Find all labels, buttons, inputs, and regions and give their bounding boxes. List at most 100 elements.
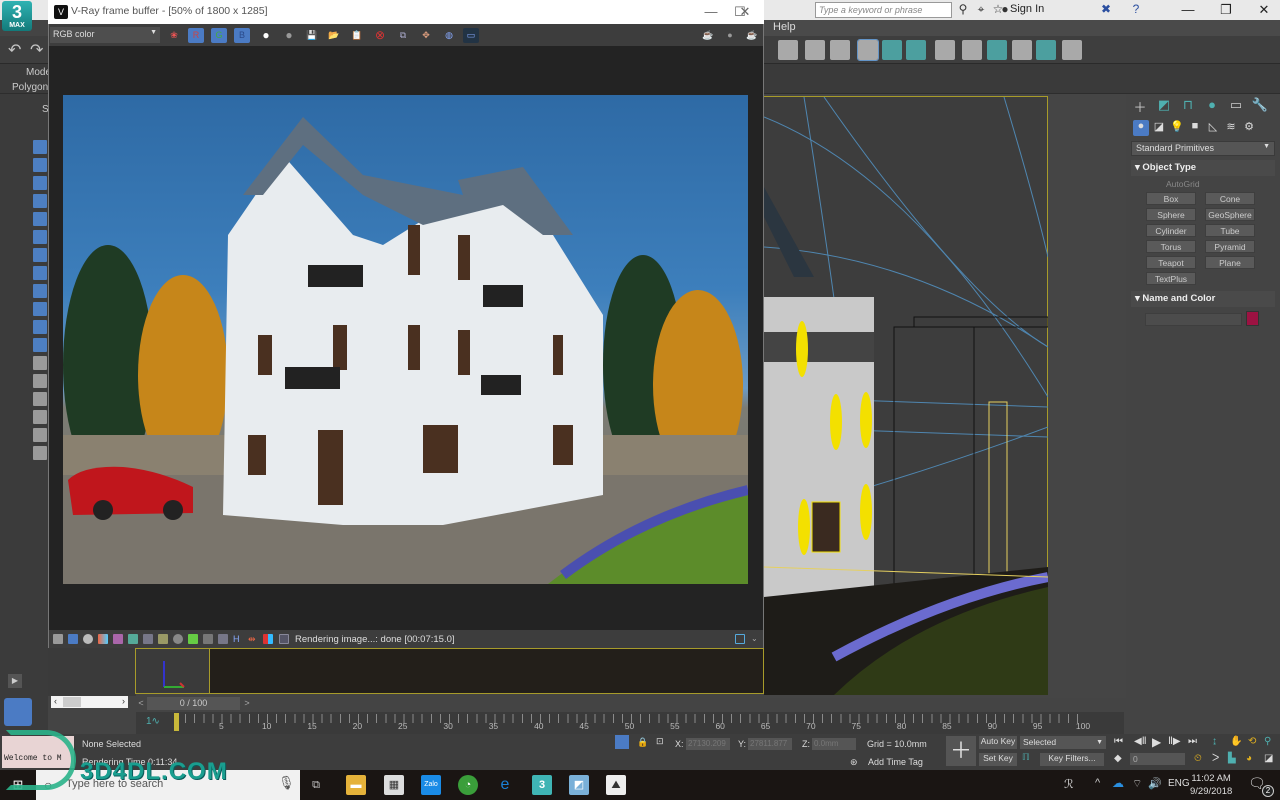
viewport-layout-button[interactable] <box>4 698 32 726</box>
edge-browser-icon[interactable]: e <box>495 775 515 795</box>
render-teapot-icon[interactable]: ☕ <box>744 28 760 43</box>
show-hidden-icons[interactable]: ^ <box>1095 777 1100 789</box>
onedrive-icon[interactable]: ☁ <box>1112 776 1124 790</box>
x-coordinate-field[interactable]: 27130.209 <box>686 738 730 750</box>
file-explorer-icon[interactable]: ▬ <box>346 775 366 795</box>
time-slider[interactable]: 0 / 100 <box>147 697 240 710</box>
calculator-icon[interactable]: ▦ <box>384 775 404 795</box>
task-view-icon[interactable]: ⧉ <box>306 775 326 795</box>
levels-icon[interactable] <box>128 634 138 644</box>
object-type-rollout[interactable]: ▾ Object Type <box>1131 160 1275 176</box>
box-button[interactable]: Box <box>1146 192 1196 205</box>
ribbon-polygon-modeling[interactable]: Polygon <box>12 82 48 93</box>
axis-tripod-viewport[interactable] <box>135 648 210 694</box>
plane-button[interactable]: Plane <box>1205 256 1255 269</box>
sphere-button[interactable]: Sphere <box>1146 208 1196 221</box>
filter-funnel-icon[interactable] <box>33 410 47 424</box>
exchange-x-icon[interactable]: ✖ <box>1098 2 1114 18</box>
stop-render-icon[interactable]: ● <box>722 28 738 43</box>
next-frame-button[interactable]: > <box>242 697 252 710</box>
material-editor-icon[interactable] <box>935 40 955 60</box>
curve-icon[interactable] <box>158 634 168 644</box>
histogram-icon[interactable] <box>143 634 153 644</box>
help-search-input[interactable]: Type a keyword or phrase <box>815 2 952 18</box>
render-production-icon[interactable] <box>1012 40 1032 60</box>
modify-tab-icon[interactable]: ◩ <box>1154 97 1174 115</box>
display-tab-icon[interactable]: ▭ <box>1226 97 1246 115</box>
containers-filter-icon[interactable] <box>33 302 47 316</box>
z-coordinate-field[interactable]: 0.0mm <box>812 738 856 750</box>
textplus-button[interactable]: TextPlus <box>1146 272 1196 285</box>
go-to-start-icon[interactable]: ⏮ <box>1114 736 1123 747</box>
white-circle-icon[interactable]: ● <box>258 28 274 43</box>
scene-explorer-icon[interactable] <box>805 40 825 60</box>
system-clock[interactable]: 11:02 AM 9/29/2018 <box>1190 772 1232 798</box>
key-filters-button[interactable]: Key Filters... <box>1040 753 1104 766</box>
spacewarps-filter-icon[interactable] <box>33 230 47 244</box>
utilities-tab-icon[interactable]: 🔧 <box>1250 97 1270 115</box>
key-tangent-icon[interactable]: ℿ <box>1022 752 1030 763</box>
green-channel-button[interactable]: G <box>211 28 227 43</box>
curve-editor-icon[interactable] <box>882 40 902 60</box>
orbit-camera-icon[interactable]: ◕ <box>1246 753 1252 764</box>
redo-icon[interactable]: ↷ <box>30 40 50 60</box>
undo-icon[interactable]: ↶ <box>8 40 28 60</box>
display-correction-icon[interactable] <box>218 634 228 644</box>
select-none-icon[interactable] <box>33 374 47 388</box>
filter-icon[interactable] <box>33 428 47 442</box>
groups-filter-icon[interactable] <box>33 248 47 262</box>
help-question-icon[interactable]: ? <box>1128 2 1144 18</box>
isolate-selection-icon[interactable] <box>615 735 629 749</box>
blue-channel-button[interactable]: B <box>234 28 250 43</box>
add-time-tag-button[interactable]: Add Time Tag <box>868 757 923 767</box>
coc-coc-browser-icon[interactable]: ◔ <box>458 775 478 795</box>
zalo-icon[interactable]: Zalo <box>421 775 441 795</box>
time-config-icon[interactable]: ⏲ <box>1194 753 1202 764</box>
helpers-category-icon[interactable]: ◺ <box>1205 120 1221 136</box>
hierarchy-tab-icon[interactable]: ⊓ <box>1178 97 1198 115</box>
ab-compare-icon[interactable] <box>263 634 273 644</box>
horizontal-scrollbar[interactable]: ‹ › <box>51 696 128 708</box>
systems-category-icon[interactable]: ⚙ <box>1241 120 1257 136</box>
key-mode-toggle-icon[interactable]: ◆ <box>1114 753 1122 764</box>
layer-icon[interactable] <box>33 446 47 460</box>
vfb-close-button[interactable]: ✕ <box>730 2 760 22</box>
toggle-ribbon-icon[interactable] <box>857 39 879 61</box>
pyramid-button[interactable]: Pyramid <box>1205 240 1255 253</box>
particles-filter-icon[interactable] <box>33 320 47 334</box>
minimize-button[interactable]: — <box>1168 0 1208 20</box>
geosphere-button[interactable]: GeoSphere <box>1205 208 1255 221</box>
prev-key-icon[interactable]: ◀Ⅱ <box>1134 736 1147 747</box>
save-image-icon[interactable]: 💾 <box>304 28 320 43</box>
schematic-view-icon[interactable] <box>906 40 926 60</box>
shapes-filter-icon[interactable] <box>33 158 47 172</box>
object-name-input[interactable] <box>1145 313 1242 326</box>
layer-explorer-icon[interactable] <box>830 40 850 60</box>
visibility-eye-icon[interactable] <box>33 338 47 352</box>
microphone-icon[interactable]: 🎙 <box>278 775 295 791</box>
timeline-cursor[interactable] <box>174 713 179 731</box>
interactive-render-icon[interactable]: ☕ <box>700 28 716 43</box>
color-channels-icon[interactable]: ❀ <box>166 28 182 43</box>
lights-category-icon[interactable]: 💡 <box>1169 120 1185 136</box>
rendered-frame-window-icon[interactable] <box>987 40 1007 60</box>
object-color-swatch[interactable] <box>1246 311 1259 326</box>
geometry-filter-icon[interactable] <box>33 140 47 154</box>
rendered-image[interactable] <box>63 95 748 584</box>
fov-icon[interactable]: ᐳ <box>1212 753 1219 764</box>
clipboard-icon[interactable]: 📋 <box>349 28 365 43</box>
scroll-right-icon[interactable]: › <box>122 696 125 706</box>
auto-key-button[interactable]: Auto Key <box>979 736 1017 749</box>
sign-in-button[interactable]: Sign In <box>1010 3 1044 15</box>
cameras-filter-icon[interactable] <box>33 194 47 208</box>
h-icon[interactable]: H <box>233 634 243 644</box>
curve-editor-mini-icon[interactable]: 1∿ <box>146 716 160 727</box>
orbit-icon[interactable]: ⟲ <box>1248 736 1256 747</box>
people-icon[interactable]: ℛ <box>1064 777 1074 791</box>
color-corrections-icon[interactable] <box>68 634 78 644</box>
primitive-type-dropdown[interactable]: Standard Primitives ▼ <box>1131 141 1275 156</box>
pan-view-icon[interactable]: ✋ <box>1230 736 1242 747</box>
exposure-icon[interactable] <box>203 634 213 644</box>
create-tab-icon[interactable]: ＋ <box>1130 97 1150 115</box>
xrefs-filter-icon[interactable] <box>33 266 47 280</box>
